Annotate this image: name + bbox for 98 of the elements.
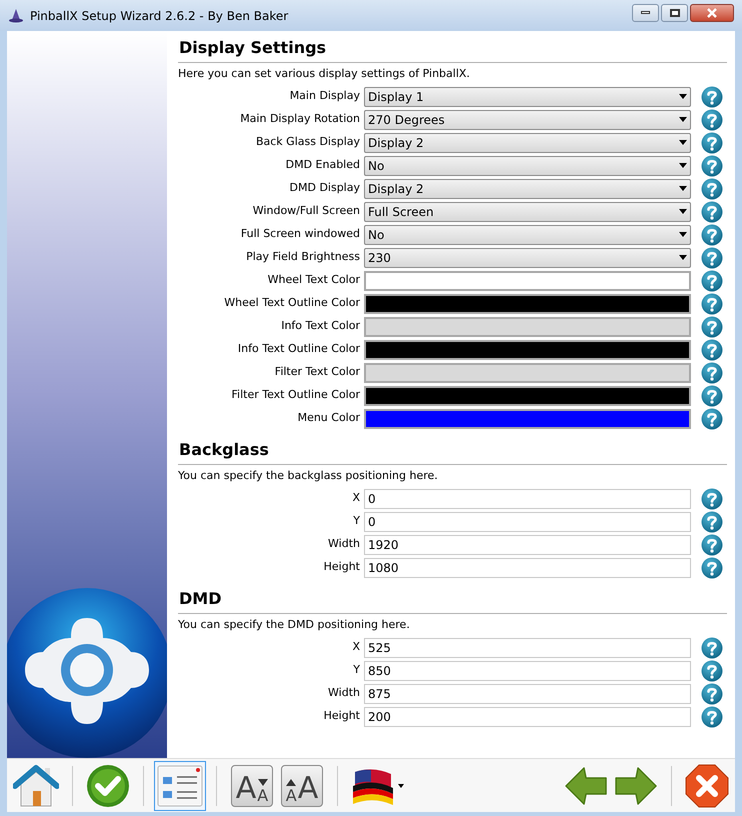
section-description: You can specify the backglass positioning here. [178,468,439,484]
dropdown[interactable]: Full Screen [364,202,691,222]
field-label: DMD Enabled [284,157,361,174]
caret-icon [679,209,687,214]
color-field[interactable] [364,294,691,314]
checkmark-icon [86,764,130,808]
input-field[interactable]: 1920 [364,534,691,554]
minimize-icon [641,11,650,14]
list-button[interactable] [154,760,206,810]
close-icon [706,8,718,18]
field-label: Y [352,513,361,530]
input-field[interactable]: 875 [364,684,691,704]
section-description: Here you can set various display settings of PinballX. [178,66,471,82]
caret-icon [679,186,687,191]
field-label: Wheel Text Color [266,272,361,288]
house-icon [13,764,59,808]
dropdown[interactable]: 270 Degrees [364,110,691,130]
color-field[interactable] [364,270,691,290]
dropdown[interactable]: Display 2 [364,178,691,198]
field-label: Height [322,708,361,724]
section-title: Display Settings [178,37,328,59]
maximize-icon [670,8,680,16]
color-field[interactable] [364,386,691,406]
help-icon[interactable] [701,178,723,200]
color-field[interactable] [364,340,691,360]
help-icon[interactable] [701,706,723,728]
help-icon[interactable] [701,510,723,532]
help-icon[interactable] [701,636,723,658]
help-icon[interactable] [701,316,723,338]
help-icon[interactable] [701,132,723,154]
dropdown[interactable]: No [364,224,691,244]
help-icon[interactable] [701,556,723,578]
help-icon[interactable] [701,200,723,222]
wizard-hat-icon [8,8,24,24]
help-icon[interactable] [701,384,723,406]
field-label: Y [352,662,361,678]
help-icon[interactable] [701,86,723,108]
caret-icon [679,94,687,99]
field-label: DMD Display [288,180,361,196]
help-icon[interactable] [701,362,723,384]
field-label: Main Display Rotation [239,111,361,128]
field-label: Height [322,559,361,576]
field-label: X [351,490,361,506]
caret-icon [679,117,687,122]
caret-icon [679,140,687,145]
section-description: You can specify the DMD positioning here. [178,617,411,633]
input-field[interactable]: 0 [364,488,691,508]
dropdown[interactable]: No [364,156,691,176]
help-icon[interactable] [701,270,723,292]
close-button[interactable] [690,4,734,22]
help-icon[interactable] [701,488,723,510]
color-field[interactable] [364,316,691,336]
caret-icon [679,255,687,260]
section-title: DMD [178,588,222,610]
field-label: X [351,639,361,656]
color-field[interactable] [364,362,691,382]
field-label: Width [327,536,361,552]
left-arrow-icon [564,766,608,806]
field-label: Main Display [288,88,361,104]
help-icon[interactable] [701,408,723,430]
help-icon[interactable] [701,108,723,130]
minimize-button[interactable] [632,4,659,22]
maximize-button[interactable] [661,4,688,22]
field-label: Filter Text Color [274,364,361,380]
field-label: Full Screen windowed [240,226,361,242]
field-label: Back Glass Display [254,134,361,150]
cancel-icon [685,764,729,808]
color-field[interactable] [364,408,691,428]
help-icon[interactable] [701,534,723,556]
section-title: Backglass [178,439,270,461]
input-field[interactable]: 850 [364,660,691,680]
field-label: Window/Full Screen [252,203,361,220]
help-icon[interactable] [701,338,723,360]
field-label: Width [327,685,361,702]
field-label: Menu Color [296,410,361,426]
field-label: Info Text Outline Color [236,341,361,358]
input-field[interactable]: 200 [364,706,691,726]
input-field[interactable]: 0 [364,512,691,532]
caret-icon [679,232,687,237]
input-field[interactable]: 1080 [364,558,691,578]
help-icon[interactable] [701,660,723,682]
caret-icon [679,163,687,168]
input-field[interactable]: 525 [364,638,691,658]
help-icon[interactable] [701,246,723,268]
help-icon[interactable] [701,292,723,314]
field-label: Play Field Brightness [245,249,361,266]
dropdown[interactable]: Display 1 [364,86,691,106]
help-icon[interactable] [701,154,723,176]
window-title: PinballX Setup Wizard 2.6.2 - By Ben Baker [30,8,288,24]
field-label: Wheel Text Outline Color [223,295,361,312]
dropdown[interactable]: Display 2 [364,132,691,152]
help-icon[interactable] [701,682,723,704]
field-label: Info Text Color [280,318,361,334]
field-label: Filter Text Outline Color [230,387,361,404]
dropdown[interactable]: 230 [364,248,691,268]
right-arrow-icon [614,766,658,806]
list-icon [157,764,203,806]
help-icon[interactable] [701,224,723,246]
